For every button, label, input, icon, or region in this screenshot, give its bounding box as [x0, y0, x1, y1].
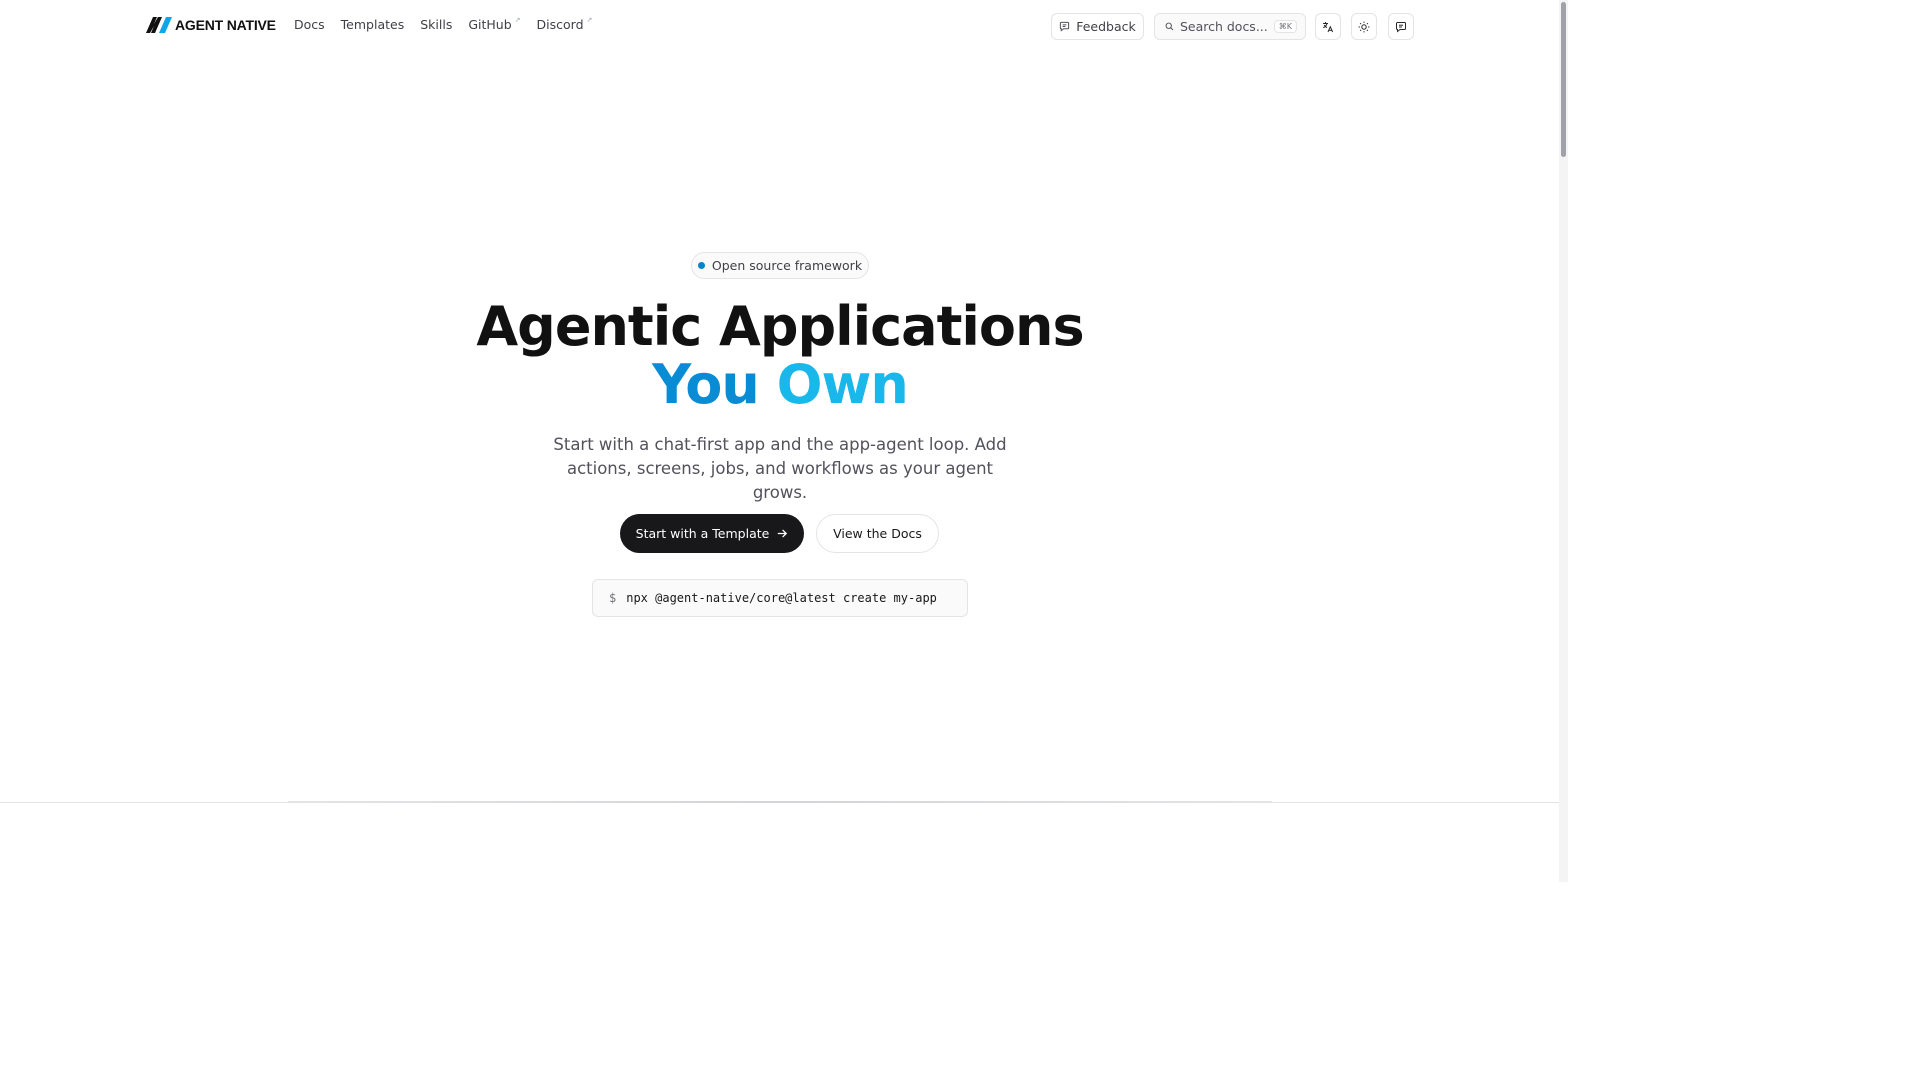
scrollbar-thumb[interactable] — [1561, 2, 1566, 157]
install-command-box[interactable]: $ npx @agent-native/core@latest create m… — [592, 579, 968, 617]
hero-title: Agentic Applications You Own — [0, 298, 1560, 414]
install-command: npx @agent-native/core@latest create my-… — [626, 591, 937, 605]
external-link-icon: ↗ — [514, 16, 521, 24]
chat-button[interactable] — [1388, 13, 1414, 40]
nav-skills-label: Skills — [420, 17, 453, 32]
open-source-badge: Open source framework — [691, 252, 869, 279]
external-link-icon: ↗ — [586, 16, 593, 24]
nav-templates[interactable]: Templates — [341, 17, 405, 32]
sun-icon — [1358, 21, 1370, 32]
search-docs-input[interactable]: Search docs... ⌘K — [1154, 13, 1306, 40]
status-dot-icon — [697, 262, 705, 269]
start-with-template-button[interactable]: Start with a Template — [620, 514, 804, 553]
nav-docs[interactable]: Docs — [294, 17, 325, 32]
hero-title-word-own: Own — [776, 353, 909, 416]
main-nav: Docs Templates Skills GitHub ↗ Discord ↗ — [294, 16, 593, 32]
hero-title-line2: You Own — [0, 356, 1560, 414]
nav-github-label: GitHub — [468, 17, 512, 32]
start-with-template-label: Start with a Template — [635, 526, 770, 541]
nav-docs-label: Docs — [294, 17, 325, 32]
nav-templates-label: Templates — [340, 17, 405, 32]
brand-logo[interactable]: AGENT NATIVE — [146, 17, 276, 33]
arrow-right-icon — [778, 529, 788, 538]
nav-github[interactable]: GitHub ↗ — [468, 16, 521, 32]
command-prompt: $ — [609, 591, 617, 605]
view-docs-button[interactable]: View the Docs — [816, 514, 939, 553]
search-placeholder: Search docs... — [1179, 19, 1268, 34]
nav-skills[interactable]: Skills — [420, 17, 452, 32]
site-header: AGENT NATIVE Docs Templates Skills GitHu… — [0, 0, 1560, 52]
section-divider-highlight — [288, 801, 1272, 803]
nav-discord[interactable]: Discord ↗ — [536, 16, 593, 32]
search-icon — [1165, 22, 1174, 31]
view-docs-label: View the Docs — [833, 526, 922, 541]
page-scrollbar[interactable] — [1559, 0, 1568, 882]
feedback-label: Feedback — [1076, 19, 1136, 34]
language-button[interactable] — [1315, 13, 1341, 40]
theme-toggle-button[interactable] — [1351, 13, 1377, 40]
message-square-icon — [1060, 21, 1070, 32]
badge-label: Open source framework — [711, 258, 863, 273]
hero-subtitle: Start with a chat-first app and the app-… — [553, 435, 1007, 502]
feedback-button[interactable]: Feedback — [1051, 13, 1144, 40]
hero-title-line1: Agentic Applications — [476, 295, 1084, 358]
nav-discord-label: Discord — [536, 17, 584, 32]
hero-title-word-you: You — [652, 353, 760, 416]
translate-icon — [1322, 21, 1334, 32]
keyboard-shortcut-badge: ⌘K — [1273, 20, 1297, 33]
agent-native-logo-icon — [146, 17, 172, 33]
brand-name: AGENT NATIVE — [175, 17, 276, 33]
chat-icon — [1396, 21, 1406, 33]
